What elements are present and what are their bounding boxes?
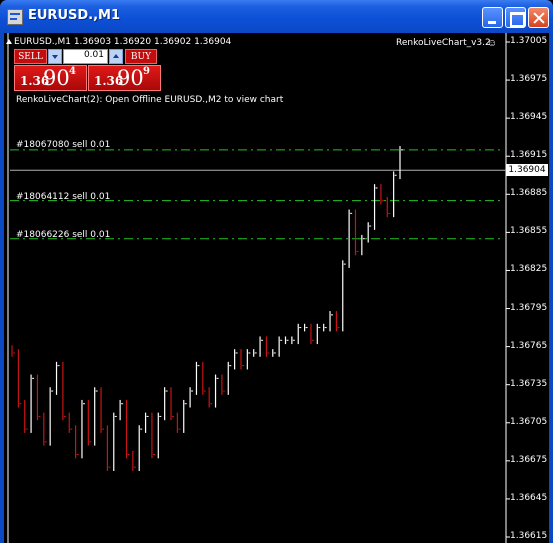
y-tick-label: 1.36945 — [510, 112, 548, 123]
y-tick-label: 1.37005 — [510, 36, 548, 46]
y-tick-label: 1.36705 — [510, 416, 548, 427]
indicator-info-line: RenkoLiveChart(2): Open Offline EURUSD.,… — [16, 95, 284, 105]
current-price-label: 1.36904 — [506, 164, 548, 176]
y-tick-label: 1.36735 — [510, 378, 548, 389]
collapse-triangle-icon[interactable] — [6, 39, 12, 44]
order-label: #18067080 sell 0.01 — [16, 140, 111, 150]
y-tick-label: 1.36615 — [510, 531, 548, 541]
buy-price-main: 90 — [117, 66, 144, 90]
chart-window-icon — [7, 9, 23, 25]
sell-button[interactable]: SELL — [14, 49, 47, 64]
sell-price-box[interactable]: 1.36 90 4 — [14, 65, 87, 91]
price-chart[interactable] — [4, 33, 549, 543]
title-bar[interactable]: EURUSD.,M1 — [0, 0, 553, 33]
lot-size-input[interactable]: 0.01 — [63, 49, 108, 64]
y-tick-label: 1.36825 — [510, 264, 548, 275]
y-tick-label: 1.36795 — [510, 302, 548, 313]
indicator-label: RenkoLiveChart_v3.2 — [396, 38, 491, 48]
window-frame-right — [549, 33, 553, 543]
y-tick-label: 1.36765 — [510, 340, 548, 351]
minimize-button[interactable] — [482, 7, 503, 28]
buy-price-box[interactable]: 1.36 90 9 — [88, 65, 161, 91]
lot-increase-icon[interactable] — [109, 49, 123, 64]
sell-price-pip: 4 — [69, 66, 76, 77]
lot-decrease-icon[interactable] — [48, 49, 62, 64]
order-label: #18066226 sell 0.01 — [16, 230, 111, 240]
sell-price-main: 90 — [43, 66, 70, 90]
smiley-icon: ☺ — [487, 38, 498, 49]
symbol-ohlc-line: EURUSD.,M1 1.36903 1.36920 1.36902 1.369… — [14, 37, 232, 47]
buy-price-pip: 9 — [143, 66, 150, 77]
y-tick-label: 1.36675 — [510, 454, 548, 465]
y-tick-label: 1.36645 — [510, 492, 548, 503]
y-tick-label: 1.36975 — [510, 74, 548, 85]
buy-button[interactable]: BUY — [125, 49, 157, 64]
y-tick-label: 1.36885 — [510, 188, 548, 199]
y-tick-label: 1.36915 — [510, 150, 548, 161]
y-tick-label: 1.36855 — [510, 226, 548, 237]
maximize-button[interactable] — [505, 7, 526, 28]
order-label: #18064112 sell 0.01 — [16, 192, 111, 202]
window-title: EURUSD.,M1 — [28, 8, 121, 23]
close-button[interactable] — [528, 7, 549, 28]
